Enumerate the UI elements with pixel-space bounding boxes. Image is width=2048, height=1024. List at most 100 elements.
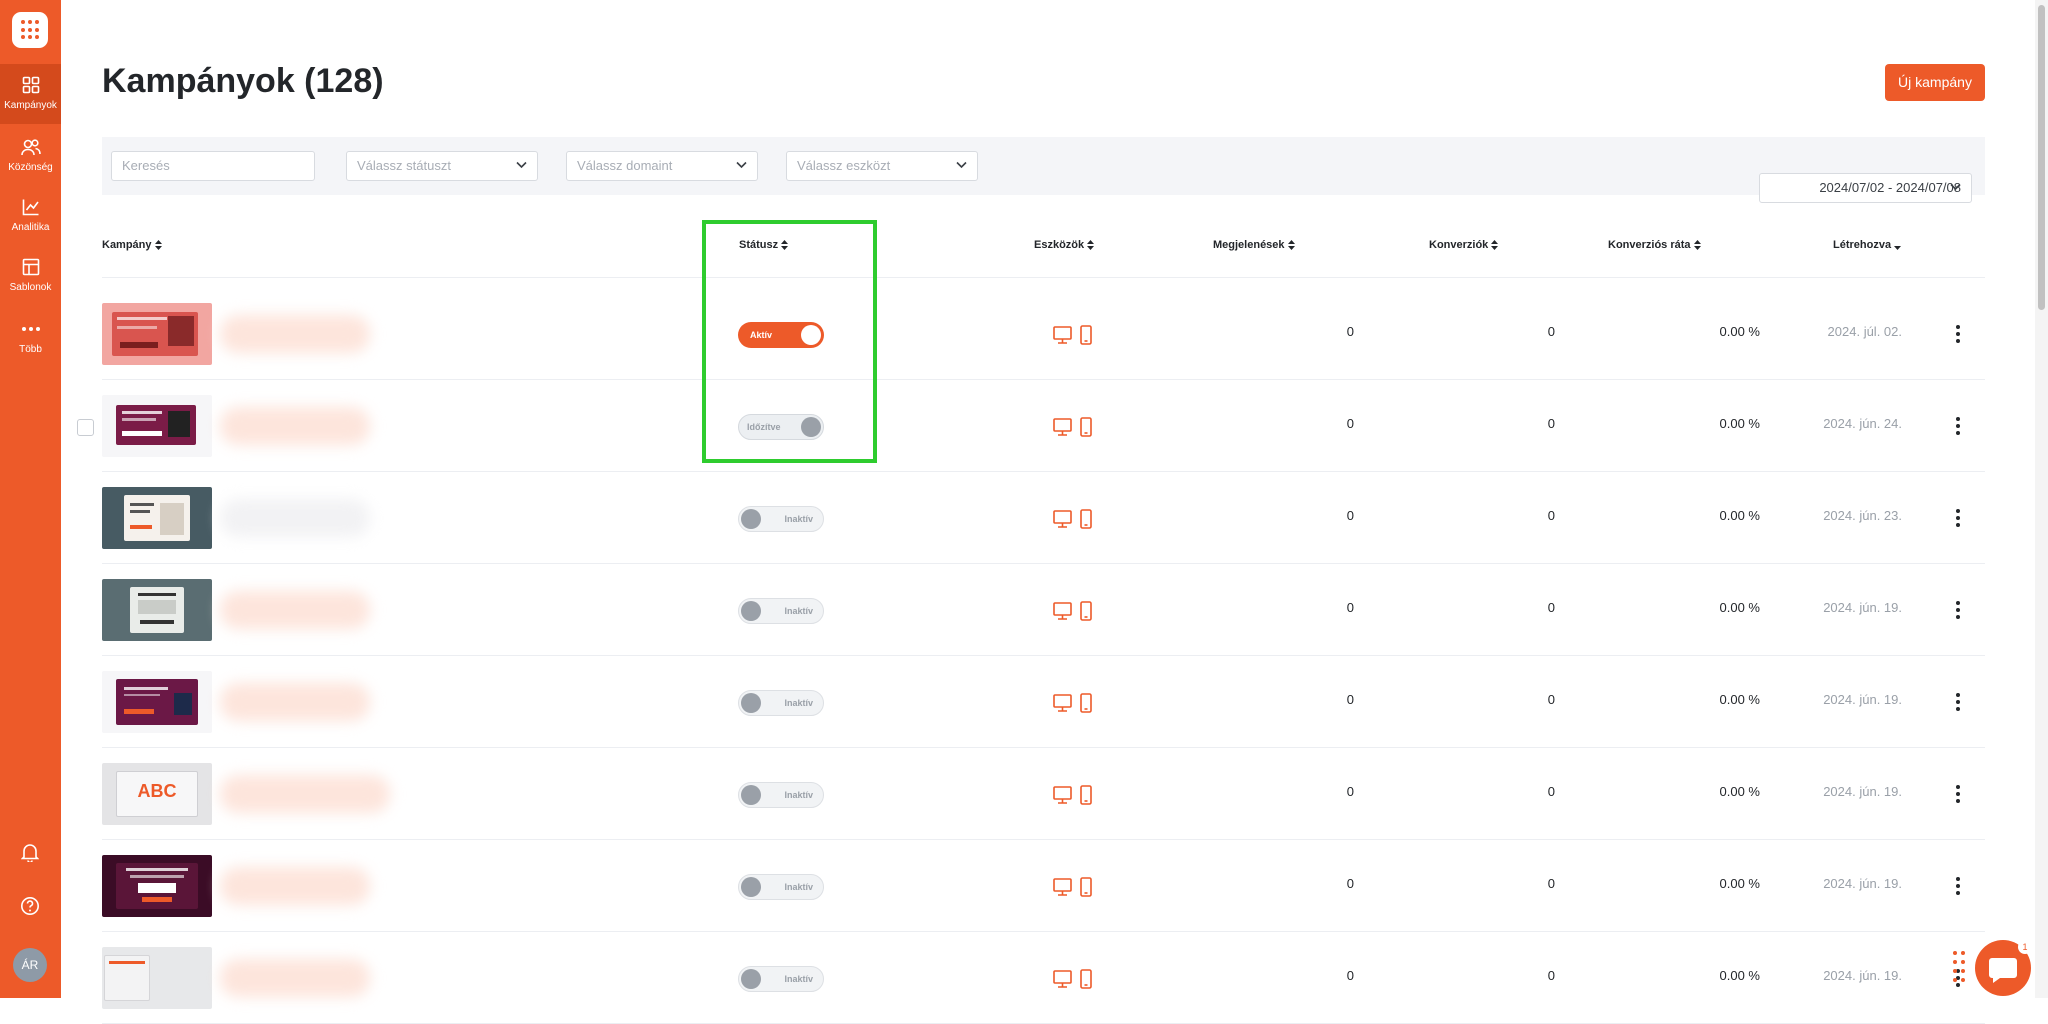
impressions-value: 0 [1346, 968, 1354, 983]
conversions-value: 0 [1547, 324, 1555, 339]
column-devices[interactable]: Eszközök [1034, 239, 1095, 251]
sidebar-item-more[interactable]: Több [0, 308, 61, 368]
status-toggle[interactable]: Inaktív [738, 782, 824, 808]
row-menu-icon[interactable] [1953, 599, 1963, 621]
campaign-thumbnail[interactable] [102, 671, 212, 733]
impressions-value: 0 [1346, 784, 1354, 799]
scrollbar-thumb[interactable] [2038, 5, 2045, 310]
campaign-thumbnail[interactable]: ABC [102, 763, 212, 825]
sidebar-item-label: Kampányok [4, 100, 57, 111]
chevron-down-icon [956, 161, 967, 169]
status-select[interactable]: Válassz státuszt [346, 151, 538, 181]
column-impressions[interactable]: Megjelenések [1213, 239, 1295, 251]
table-row[interactable]: Inaktív 0 0 0.00 % 2024. jún. 19. [102, 564, 1985, 656]
sort-icon [154, 240, 162, 251]
device-icons [1052, 968, 1098, 990]
table-row[interactable]: Inaktív 0 0 0.00 % 2024. jún. 19. [102, 656, 1985, 748]
sidebar-item-templates[interactable]: Sablonok [0, 246, 61, 306]
row-menu-icon[interactable] [1953, 323, 1963, 345]
device-icons [1052, 876, 1098, 898]
status-toggle[interactable]: Inaktív [738, 690, 824, 716]
device-icons [1052, 508, 1098, 530]
status-toggle-label: Inaktív [784, 698, 813, 708]
conversions-value: 0 [1547, 968, 1555, 983]
device-icons [1052, 692, 1098, 714]
created-date: 2024. jún. 19. [1823, 692, 1902, 707]
sort-icon [1287, 240, 1295, 251]
table-header: Kampány Státusz Eszközök Megjelenések Ko… [102, 230, 1985, 278]
column-campaign-label: Kampány [102, 239, 152, 251]
table-row[interactable]: Időzítve 0 0 0.00 % 2024. jún. 24. [77, 380, 1985, 472]
help-icon[interactable] [20, 896, 40, 916]
table-row[interactable]: Inaktív 0 0 0.00 % 2024. jún. 19. [102, 840, 1985, 932]
column-campaign[interactable]: Kampány [102, 239, 162, 251]
row-menu-icon[interactable] [1953, 875, 1963, 897]
column-created[interactable]: Létrehozva [1833, 239, 1902, 251]
campaign-name-blurred[interactable] [220, 591, 370, 629]
row-menu-icon[interactable] [1953, 783, 1963, 805]
device-icons [1052, 600, 1098, 622]
row-menu-icon[interactable] [1953, 415, 1963, 437]
campaign-name-blurred[interactable] [220, 867, 370, 905]
status-toggle[interactable]: Inaktív [738, 966, 824, 992]
row-menu-icon[interactable] [1953, 691, 1963, 713]
campaign-name-blurred[interactable] [220, 959, 370, 997]
page-scrollbar[interactable] [2035, 0, 2048, 998]
logo-icon[interactable] [12, 12, 48, 48]
sort-icon [1491, 240, 1499, 251]
impressions-value: 0 [1346, 416, 1354, 431]
search-input[interactable]: Keresés [111, 151, 315, 181]
campaign-thumbnail[interactable] [102, 855, 212, 917]
campaign-name-blurred[interactable] [220, 407, 370, 445]
desktop-mobile-icon [1053, 417, 1092, 437]
column-devices-label: Eszközök [1034, 239, 1085, 251]
impressions-value: 0 [1346, 600, 1354, 615]
table-row[interactable]: Aktív 0 0 0.00 % 2024. júl. 02. [102, 288, 1985, 380]
drag-handle-icon[interactable] [1952, 950, 1966, 984]
sidebar-item-label: Sablonok [9, 282, 52, 293]
conversion-rate-value: 0.00 % [1719, 416, 1760, 431]
status-toggle[interactable]: Inaktív [738, 874, 824, 900]
column-conversion-rate[interactable]: Konverziós ráta [1608, 239, 1701, 251]
filter-bar: Keresés Válassz státuszt Válassz domaint… [102, 137, 1985, 203]
column-conversions-label: Konverziók [1429, 239, 1489, 251]
device-select-label: Válassz eszközt [797, 158, 891, 173]
chart-icon [22, 199, 39, 216]
table-row[interactable]: Inaktív 0 0 0.00 % 2024. jún. 19. [102, 932, 1985, 1024]
campaign-thumbnail[interactable] [102, 487, 212, 549]
status-toggle-label: Inaktív [784, 882, 813, 892]
status-toggle-label: Inaktív [784, 514, 813, 524]
campaign-thumbnail[interactable] [102, 579, 212, 641]
table-row[interactable]: Inaktív 0 0 0.00 % 2024. jún. 23. [102, 472, 1985, 564]
status-toggle-label: Inaktív [784, 606, 813, 616]
campaign-thumbnail[interactable] [102, 303, 212, 365]
status-toggle[interactable]: Inaktív [738, 506, 824, 532]
template-icon [22, 258, 39, 276]
row-checkbox[interactable] [77, 419, 94, 436]
sidebar-item-campaigns[interactable]: Kampányok [0, 64, 61, 124]
status-toggle[interactable]: Inaktív [738, 598, 824, 624]
sidebar-item-label: Több [19, 344, 42, 355]
avatar[interactable]: ÁR [13, 948, 47, 982]
conversion-rate-value: 0.00 % [1719, 876, 1760, 891]
sidebar-item-audience[interactable]: Közönség [0, 126, 61, 186]
campaign-name-blurred[interactable] [220, 315, 370, 353]
new-campaign-button[interactable]: Új kampány [1885, 64, 1985, 101]
more-icon [21, 327, 40, 331]
bell-icon[interactable] [21, 842, 39, 862]
conversion-rate-value: 0.00 % [1719, 324, 1760, 339]
column-conversions[interactable]: Konverziók [1429, 239, 1499, 251]
row-menu-icon[interactable] [1953, 507, 1963, 529]
sidebar-item-analytics[interactable]: Analitika [0, 186, 61, 246]
campaign-thumbnail[interactable] [102, 395, 212, 457]
conversions-value: 0 [1547, 508, 1555, 523]
campaign-name-blurred[interactable] [220, 775, 390, 813]
date-range-select[interactable]: 2024/07/02 - 2024/07/08 [1759, 173, 1972, 203]
domain-select[interactable]: Válassz domaint [566, 151, 758, 181]
table-row[interactable]: ABC Inaktív 0 0 0.00 % 2024. jún. 19. [102, 748, 1985, 840]
campaign-name-blurred[interactable] [220, 683, 370, 721]
created-date: 2024. jún. 19. [1823, 600, 1902, 615]
device-select[interactable]: Válassz eszközt [786, 151, 978, 181]
campaign-name-blurred[interactable] [220, 499, 370, 537]
campaign-thumbnail[interactable] [102, 947, 212, 1009]
